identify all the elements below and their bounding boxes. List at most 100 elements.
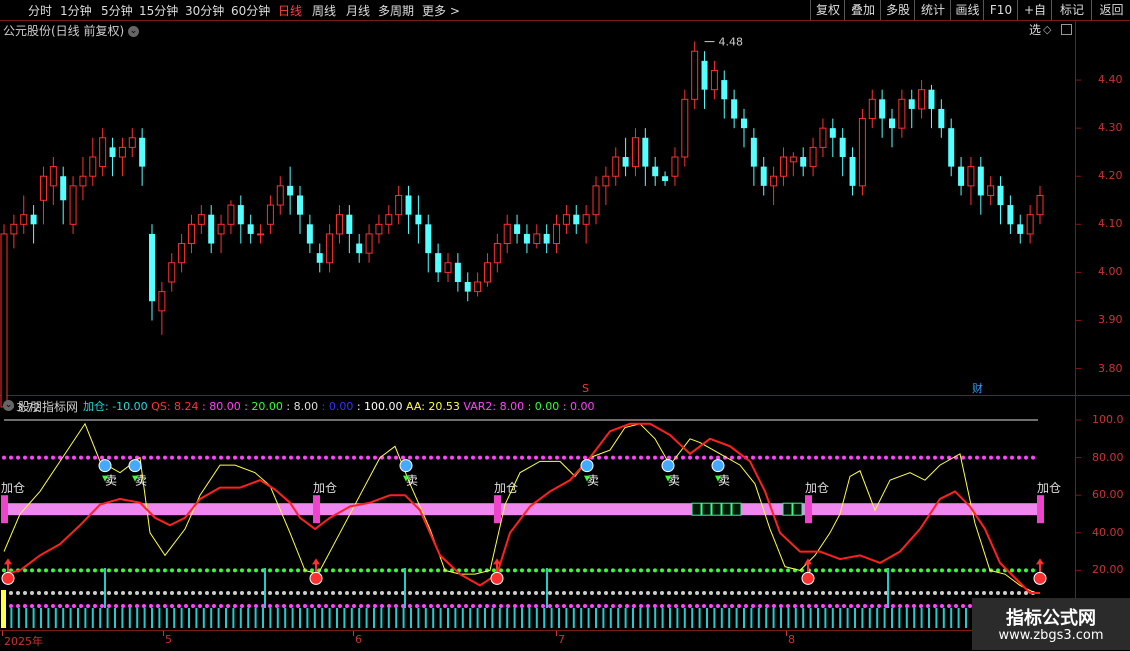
sell-marker [98,459,112,473]
dot-line-0 [450,604,454,608]
dot-line-80 [667,455,671,460]
candle-body [503,223,511,245]
dot-line-8 [758,590,762,595]
sell-label: 卖 [105,474,117,488]
dot-line-80 [898,455,902,460]
dot-line-20 [282,568,286,573]
dot-line-80 [863,455,867,460]
dot-line-0 [100,604,104,608]
candle-body [297,195,303,215]
dot-line-20 [961,568,965,573]
dot-line-0 [184,604,188,608]
legend-item-2: : 80.00 [202,400,245,413]
dot-line-80 [394,455,398,460]
dot-line-20 [716,568,720,573]
dot-line-0 [254,604,258,608]
candle-body [39,175,47,201]
candle-body [139,137,146,167]
dot-line-8 [520,590,524,595]
sell-label: 卖 [135,474,147,488]
dot-line-0 [58,604,62,608]
dot-line-0 [590,604,594,608]
dot-line-80 [324,455,328,460]
candle-body [958,166,965,186]
dot-line-80 [583,455,587,460]
dot-line-80 [296,455,300,460]
dot-line-0 [296,604,300,608]
dot-line-80 [86,455,90,460]
dot-line-20 [1031,568,1035,573]
dot-line-80 [814,455,818,460]
dot-line-80 [688,455,692,460]
dot-line-0 [786,604,790,608]
dot-line-0 [429,604,433,608]
dot-line-80 [800,455,804,460]
candle-body [444,262,452,273]
candle-body [0,233,8,408]
main-y-tick: 4.30 [1098,121,1123,135]
dot-line-20 [534,568,538,573]
dot-line-80 [121,455,125,460]
dot-line-8 [611,590,615,595]
dot-line-0 [800,604,804,608]
candle-body [938,108,945,129]
candle-body [879,99,886,119]
chevron-down-icon[interactable]: ⌄ [3,400,14,411]
dot-line-80 [114,455,118,460]
dot-line-8 [450,590,454,595]
dot-line-20 [23,568,27,573]
dot-line-8 [779,590,783,595]
dot-line-0 [667,604,671,608]
dot-line-8 [604,590,608,595]
legend-item-0: 加仓: -10.00 [83,400,152,413]
legend-item-9: : 0.00 [527,400,563,413]
band-cell [691,502,702,516]
dot-line-0 [317,604,321,608]
indicator-y-tick: 20.00 [1092,563,1124,577]
dot-line-8 [331,590,335,595]
dot-line-8 [695,590,699,595]
dot-line-80 [646,455,650,460]
dot-line-20 [709,568,713,573]
dot-line-20 [912,568,916,573]
dot-line-0 [380,604,384,608]
dot-line-0 [331,604,335,608]
dot-line-20 [583,568,587,573]
dot-line-0 [93,604,97,608]
dot-line-80 [485,455,489,460]
candle-body [977,166,984,196]
dot-line-0 [548,604,552,608]
dot-line-0 [765,604,769,608]
dot-line-0 [499,604,503,608]
marker-cai: 财 [972,381,983,395]
dot-line-0 [583,604,587,608]
candle-body [592,185,600,216]
dot-line-80 [142,455,146,460]
dot-line-8 [1017,590,1021,595]
candle-body [1026,214,1034,235]
dot-line-8 [527,590,531,595]
legend-item-8: VAR2: 8.00 [463,400,528,413]
dot-line-0 [751,604,755,608]
dot-line-80 [163,455,167,460]
dot-line-0 [163,604,167,608]
dot-line-20 [30,568,34,573]
dot-line-8 [254,590,258,595]
main-chart-svg: 4.483.72S 财加仓 加仓 加仓 加仓 加仓卖卖卖卖卖卖 [0,20,1130,631]
dot-line-20 [597,568,601,573]
legend-item-5: : 0.00 [321,400,357,413]
dot-line-20 [835,568,839,573]
dot-line-80 [212,455,216,460]
dot-line-0 [366,604,370,608]
dot-line-80 [275,455,279,460]
dot-line-80 [569,455,573,460]
dot-line-80 [464,455,468,460]
candle-body [454,262,461,282]
dot-line-20 [128,568,132,573]
candle-body [553,223,561,245]
dot-line-8 [674,590,678,595]
dot-line-20 [114,568,118,573]
dot-line-0 [513,604,517,608]
dot-line-8 [373,590,377,595]
candle-body [523,233,530,244]
